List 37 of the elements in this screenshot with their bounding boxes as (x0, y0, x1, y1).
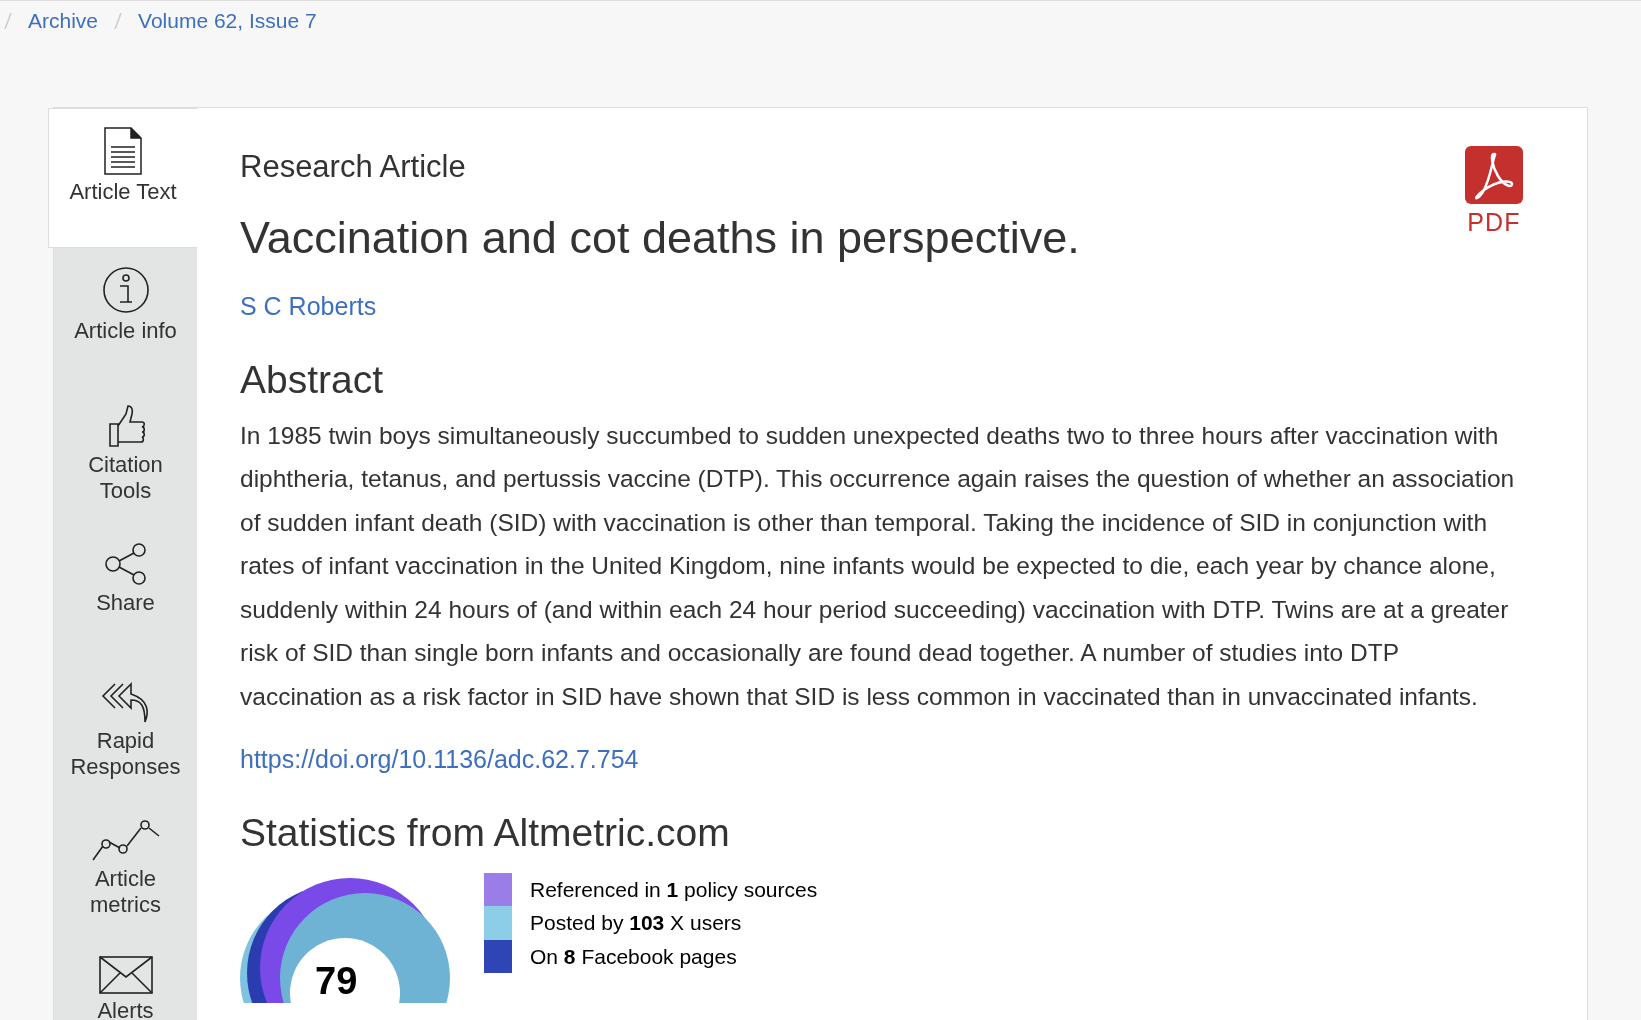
separator-icon (4, 11, 12, 30)
tab-label: Alerts (96, 997, 155, 1020)
altmetric-score: 79 (315, 958, 358, 1003)
breadcrumb-link[interactable]: Volume 62, Issue 7 (138, 5, 317, 37)
tab-label: Article metrics (89, 865, 162, 918)
info-icon (101, 265, 150, 314)
share-icon (102, 541, 149, 586)
doi-link[interactable]: https://doi.org/10.1136/adc.62.7.754 (240, 740, 639, 779)
line-graph-icon (90, 817, 161, 862)
sidebar-tab[interactable]: Rapid Responses (54, 661, 197, 800)
tab-label: Article Text (68, 178, 178, 205)
legend-text: On 8 Facebook pages (530, 943, 737, 970)
sidebar-tab[interactable]: Article Text (48, 107, 197, 248)
article-type: Research Article (240, 147, 467, 186)
breadcrumb-link[interactable]: Archive (28, 5, 99, 37)
tab-label: Article info (73, 317, 178, 344)
sidebar-tab[interactable]: Share (54, 523, 197, 662)
sidebar-tab[interactable]: Article metrics (54, 799, 197, 938)
pdf-link[interactable]: PDF (1465, 145, 1523, 325)
author-link[interactable]: S C Roberts (240, 287, 1080, 325)
pdf-document-icon (1465, 145, 1523, 204)
double-reply-arrow-icon (100, 679, 151, 724)
tab-label: Share (95, 589, 156, 616)
abstract-paragraph: In 1985 twin boys simultaneously succumbed to sudden unexpected deaths two to three hours after vaccination with diphtheria, tetanus, and pertussis vaccine (DTP). This occurrence again raises the question of whether an association of sudden infant death (SID) with vaccination is other than temporal. Taking the incidence of SID in conjunction with rates of infant vaccination in the United Kingdom, nine infants would be expected to die, each year by chance alone, suddenly within 24 hours of (and within each 24 hour period succeeding) vaccination with DTP. Twins are at a greater risk of SID than single born infants and occasionally are found dead together. A number of studies into DTP vaccination as a risk factor in SID have shown that SID is less common in vaccinated than in unvaccinated infants. (240, 420, 1516, 713)
tab-label: Rapid Responses (69, 727, 182, 780)
document-icon (103, 126, 143, 175)
legend-text: Referenced in 1 policy sources (530, 876, 818, 903)
sidebar-tab[interactable]: Citation Tools (54, 385, 197, 524)
tab-label: Citation Tools (87, 451, 164, 504)
sidebar-tab[interactable]: Alerts (54, 937, 197, 1020)
separator-icon (114, 11, 123, 30)
section-heading: Statistics from Altmetric.com (240, 810, 731, 857)
legend-text: Posted by 103 X users (530, 910, 742, 937)
envelope-icon (98, 955, 153, 994)
section-heading: Abstract (240, 357, 385, 403)
sidebar-tab[interactable]: Article info (54, 247, 197, 386)
article-title: Vaccination and cot deaths in perspective. (240, 211, 1080, 265)
